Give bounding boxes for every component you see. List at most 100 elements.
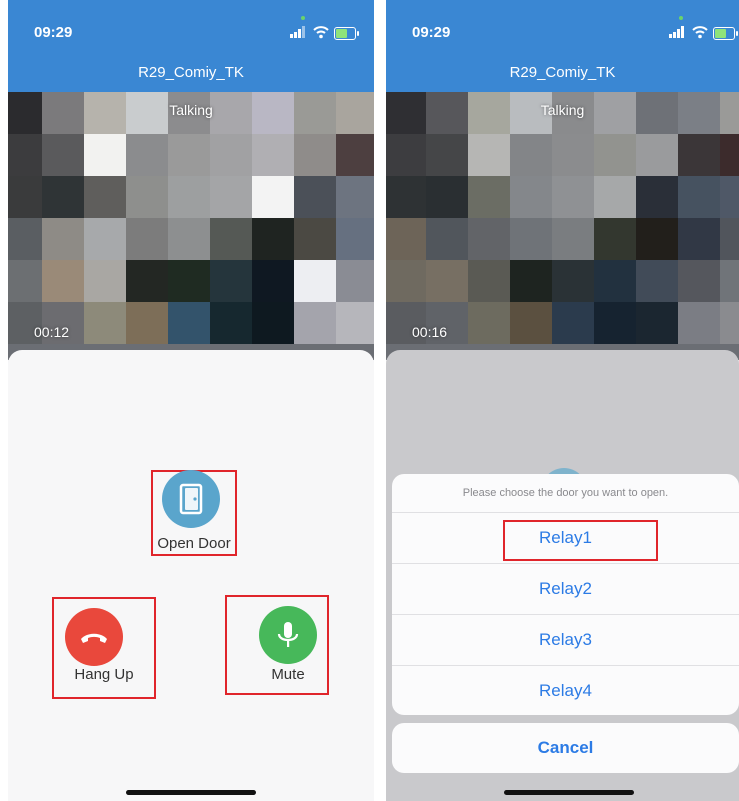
- video-pixel: [336, 260, 374, 302]
- video-pixel: [636, 260, 678, 302]
- video-pixel: [42, 218, 84, 260]
- video-pixel: [678, 176, 720, 218]
- video-pixel: [210, 218, 252, 260]
- video-pixel: [42, 134, 84, 176]
- video-pixel: [168, 302, 210, 344]
- video-pixel: [678, 134, 720, 176]
- video-pixel: [252, 176, 294, 218]
- video-pixel: [294, 176, 336, 218]
- video-pixel: [594, 302, 636, 344]
- video-pixel: [678, 260, 720, 302]
- video-pixel: [168, 260, 210, 302]
- video-pixel: [426, 134, 468, 176]
- video-pixel: [210, 134, 252, 176]
- video-pixel: [552, 302, 594, 344]
- video-pixel: [336, 218, 374, 260]
- video-pixel: [552, 260, 594, 302]
- controls-panel: Open Door Hang Up Mute: [8, 350, 374, 801]
- video-pixel: [510, 218, 552, 260]
- video-pixel: [386, 218, 426, 260]
- open-door-label: Open Door: [157, 535, 231, 552]
- video-pixel: [294, 218, 336, 260]
- video-pixel: [594, 176, 636, 218]
- video-pixel: [678, 302, 720, 344]
- video-pixel: [594, 260, 636, 302]
- video-pixel: [8, 260, 42, 302]
- video-pixel: [426, 176, 468, 218]
- video-pixel: [636, 302, 678, 344]
- video-pixel: [720, 134, 739, 176]
- open-door-button[interactable]: [162, 470, 220, 528]
- video-pixel: [720, 218, 739, 260]
- call-timer: 00:12: [34, 324, 70, 340]
- video-pixel: [720, 176, 739, 218]
- video-pixel: [386, 134, 426, 176]
- call-screen-right: 09:29 R29_Comiy_TK Talking 00:16 Please …: [386, 0, 739, 801]
- video-pixel: [168, 134, 210, 176]
- video-pixel: [84, 176, 126, 218]
- video-pixel: [252, 218, 294, 260]
- battery-icon: [334, 27, 359, 40]
- video-pixel: [510, 302, 552, 344]
- header-bar: 09:29 R29_Comiy_TK: [8, 0, 374, 92]
- video-pixel: [42, 260, 84, 302]
- call-timer: 00:16: [412, 324, 448, 340]
- status-time: 09:29: [412, 24, 451, 41]
- video-pixel: [594, 134, 636, 176]
- relay-option-3[interactable]: Relay3: [392, 615, 739, 666]
- video-pixel: [510, 260, 552, 302]
- video-pixel: [386, 260, 426, 302]
- battery-icon: [713, 27, 738, 40]
- video-pixel: [636, 176, 678, 218]
- video-pixel: [468, 218, 510, 260]
- relay-option-2[interactable]: Relay2: [392, 564, 739, 615]
- device-title: R29_Comiy_TK: [509, 64, 616, 81]
- video-pixel: [8, 176, 42, 218]
- signal-icon: [669, 26, 687, 38]
- video-pixel: [84, 134, 126, 176]
- video-pixel: [8, 134, 42, 176]
- wifi-icon: [313, 26, 329, 39]
- video-pixel: [252, 134, 294, 176]
- video-pixel: [126, 218, 168, 260]
- home-indicator: [126, 790, 256, 795]
- video-pixel: [126, 260, 168, 302]
- video-pixel: [210, 302, 252, 344]
- hang-up-button[interactable]: [65, 608, 123, 666]
- video-pixel: [468, 302, 510, 344]
- video-pixel: [552, 134, 594, 176]
- video-pixel: [84, 260, 126, 302]
- video-feed: Talking 00:12: [8, 92, 374, 360]
- video-pixel: [294, 260, 336, 302]
- mute-button[interactable]: [259, 606, 317, 664]
- video-pixel: [210, 176, 252, 218]
- privacy-indicator-dot: [301, 16, 305, 20]
- video-pixel: [468, 176, 510, 218]
- video-pixel: [84, 218, 126, 260]
- relay-option-4[interactable]: Relay4: [392, 666, 739, 715]
- pixelated-video: [8, 92, 374, 344]
- video-pixel: [294, 302, 336, 344]
- call-status: Talking: [169, 102, 213, 118]
- cancel-button[interactable]: Cancel: [392, 723, 739, 773]
- video-pixel: [42, 176, 84, 218]
- video-feed: Talking 00:16: [386, 92, 739, 360]
- video-pixel: [510, 176, 552, 218]
- home-indicator: [504, 790, 634, 795]
- microphone-icon: [277, 622, 299, 647]
- video-pixel: [426, 218, 468, 260]
- video-pixel: [336, 302, 374, 344]
- video-pixel: [468, 134, 510, 176]
- privacy-indicator-dot: [679, 16, 683, 20]
- video-pixel: [636, 134, 678, 176]
- video-pixel: [336, 176, 374, 218]
- mute-label: Mute: [271, 666, 305, 683]
- status-icons: [290, 26, 360, 40]
- door-select-title: Please choose the door you want to open.: [392, 474, 739, 513]
- video-pixel: [126, 176, 168, 218]
- video-pixel: [510, 134, 552, 176]
- video-pixel: [678, 218, 720, 260]
- video-pixel: [720, 302, 739, 344]
- video-pixel: [168, 218, 210, 260]
- video-pixel: [552, 176, 594, 218]
